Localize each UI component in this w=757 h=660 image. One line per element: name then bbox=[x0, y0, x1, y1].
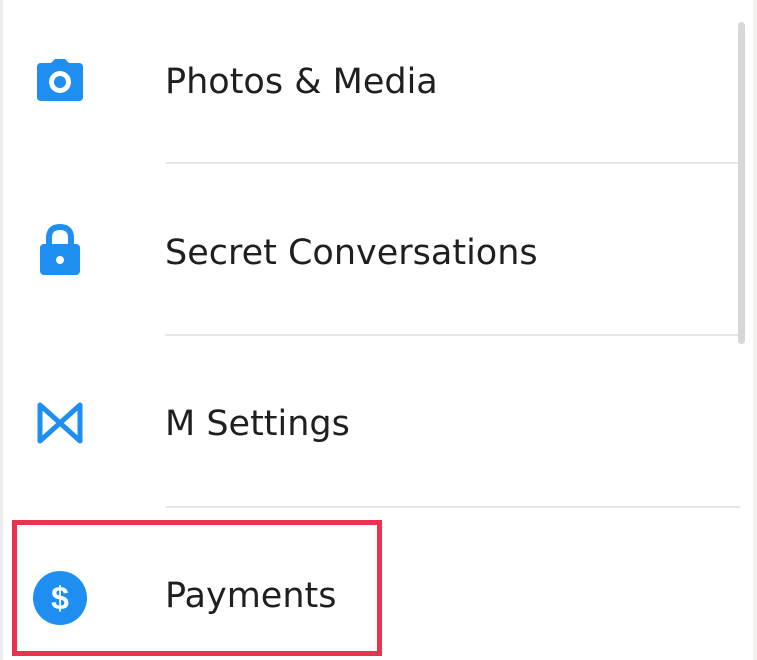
menu-item-payments[interactable]: $ Payments bbox=[0, 513, 740, 660]
settings-menu-list: Photos & Media Secret Conversations M Se… bbox=[0, 0, 757, 660]
menu-item-m-settings[interactable]: M Settings bbox=[0, 342, 740, 513]
menu-item-label: Secret Conversations bbox=[165, 233, 538, 273]
dollar-circle-icon: $ bbox=[32, 570, 88, 626]
lock-icon bbox=[35, 224, 85, 275]
divider bbox=[165, 162, 740, 164]
camera-icon bbox=[35, 56, 85, 106]
scrollbar[interactable] bbox=[738, 22, 745, 344]
menu-item-label: Photos & Media bbox=[165, 62, 438, 102]
svg-text:$: $ bbox=[51, 580, 69, 616]
menu-item-label: M Settings bbox=[165, 404, 350, 444]
menu-item-secret-conversations[interactable]: Secret Conversations bbox=[0, 171, 740, 342]
divider bbox=[165, 334, 740, 336]
menu-item-label: Payments bbox=[165, 576, 337, 616]
menu-item-photos-media[interactable]: Photos & Media bbox=[0, 0, 740, 171]
divider bbox=[165, 506, 740, 508]
settings-screen: Photos & Media Secret Conversations M Se… bbox=[0, 0, 757, 660]
m-logo-icon bbox=[35, 398, 85, 448]
